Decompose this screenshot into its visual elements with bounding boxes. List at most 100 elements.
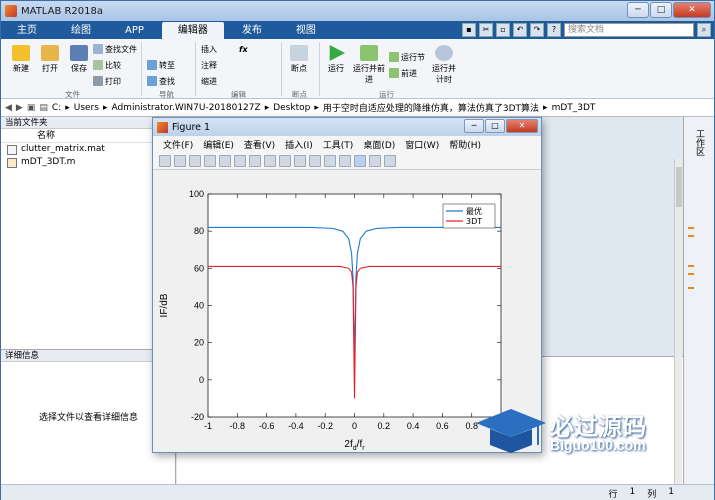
maximize-button[interactable]: □ <box>650 2 672 18</box>
x-tick-label: -0.2 <box>317 421 333 431</box>
divider <box>281 42 282 96</box>
print-figure-icon[interactable] <box>204 154 216 167</box>
hide-tools-icon[interactable] <box>369 154 381 167</box>
search-input[interactable]: 搜索文档 <box>564 23 694 37</box>
figure-minimize-button[interactable]: ─ <box>464 119 484 133</box>
run-icon <box>329 45 345 61</box>
forward-icon[interactable]: ▶ <box>16 103 23 113</box>
data-cursor-icon[interactable] <box>294 154 306 167</box>
path-segment[interactable]: mDT_3DT <box>552 103 596 113</box>
name-column-header[interactable]: 名称 <box>1 129 175 143</box>
up-folder-icon[interactable]: ▣ <box>27 103 36 113</box>
new-figure-icon[interactable] <box>159 154 171 167</box>
edit-plot-icon[interactable] <box>219 154 231 167</box>
show-tools-icon[interactable] <box>384 154 396 167</box>
y-axis-label: IF/dB <box>159 293 170 317</box>
undo-quick-icon[interactable]: ↶ <box>513 23 527 37</box>
comment-button[interactable]: 注释 <box>201 59 217 71</box>
figure-close-button[interactable]: ✕ <box>506 119 538 133</box>
breakpoints-button[interactable]: 断点 <box>285 45 313 74</box>
figure-window[interactable]: Figure 1 ─ □ ✕ 文件(F) 编辑(E) 查看(V) 插入(I) 工… <box>152 117 542 453</box>
menu-tools[interactable]: 工具(T) <box>323 138 354 151</box>
browse-folder-icon[interactable]: ▤ <box>39 103 48 113</box>
workspace-label[interactable]: 工作区 <box>693 129 706 156</box>
link-plot-icon[interactable] <box>324 154 336 167</box>
search-icon[interactable]: ⌕ <box>697 23 711 37</box>
x-tick-label: 0 <box>352 421 357 431</box>
scroll-thumb[interactable] <box>676 167 682 207</box>
advance-button[interactable]: 前进 <box>389 67 417 79</box>
zoom-out-icon[interactable] <box>249 154 261 167</box>
marker <box>688 273 694 275</box>
save-figure-icon[interactable] <box>189 154 201 167</box>
goto-icon <box>147 60 157 70</box>
tab-home[interactable]: 主页 <box>1 22 53 39</box>
y-tick-label: 80 <box>194 226 204 236</box>
tab-view[interactable]: 视图 <box>280 22 332 39</box>
app-title: MATLAB R2018a <box>21 5 104 17</box>
menu-view[interactable]: 查看(V) <box>244 138 275 151</box>
find-button[interactable]: 查找 <box>147 75 175 87</box>
file-item[interactable]: mDT_3DT.m <box>1 156 175 169</box>
save-quick-icon[interactable]: ▪ <box>462 23 476 37</box>
cut-quick-icon[interactable]: ✂ <box>479 23 493 37</box>
find-files-button[interactable]: 查找文件 <box>93 43 137 55</box>
rotate-icon[interactable] <box>279 154 291 167</box>
menu-desktop[interactable]: 桌面(D) <box>363 138 395 151</box>
colorbar-icon[interactable] <box>339 154 351 167</box>
figure-title-bar[interactable]: Figure 1 ─ □ ✕ <box>153 118 541 136</box>
indent-button[interactable]: 缩进 <box>201 75 217 87</box>
path-segment[interactable]: Administrator.WIN7U-20180127Z <box>111 103 260 113</box>
print-button[interactable]: 打印 <box>93 75 121 87</box>
watermark-url: Biguo100.com <box>550 437 646 453</box>
fx-button[interactable]: fx <box>239 43 248 55</box>
path-segment[interactable]: Desktop <box>273 103 310 113</box>
menu-window[interactable]: 窗口(W) <box>405 138 439 151</box>
title-bar: MATLAB R2018a ─ □ ✕ <box>1 1 714 21</box>
help-quick-icon[interactable]: ? <box>547 23 561 37</box>
x-tick-label: 0.4 <box>407 421 420 431</box>
current-folder-header: 当前文件夹 <box>1 117 175 129</box>
save-button[interactable]: 保存 <box>65 45 93 74</box>
run-section-button[interactable]: 运行节 <box>389 51 425 63</box>
run-and-time-button[interactable]: 运行并计时 <box>429 45 459 85</box>
run-button[interactable]: 运行 <box>323 45 349 74</box>
legend-entry: 最优 <box>466 206 482 216</box>
details-panel: 详细信息 选择文件以查看详细信息 <box>1 349 176 484</box>
open-file-icon[interactable] <box>174 154 186 167</box>
tab-editor[interactable]: 编辑器 <box>161 22 224 39</box>
tab-apps[interactable]: APP <box>109 22 160 39</box>
run-section-icon <box>389 52 399 62</box>
tab-plots[interactable]: 绘图 <box>55 22 107 39</box>
menu-insert[interactable]: 插入(I) <box>285 138 313 151</box>
tab-publish[interactable]: 发布 <box>226 22 278 39</box>
new-button[interactable]: 新建 <box>7 45 35 74</box>
zoom-in-icon[interactable] <box>234 154 246 167</box>
path-segment[interactable]: Users <box>74 103 99 113</box>
x-tick-label: -0.8 <box>230 421 246 431</box>
goto-button[interactable]: 转至 <box>147 59 175 71</box>
legend-icon[interactable] <box>354 154 366 167</box>
insert-button[interactable]: 插入 <box>201 43 217 55</box>
close-button[interactable]: ✕ <box>673 2 711 18</box>
run-advance-button[interactable]: 运行并前进 <box>353 45 385 85</box>
redo-quick-icon[interactable]: ↷ <box>530 23 544 37</box>
pan-icon[interactable] <box>264 154 276 167</box>
path-segment[interactable]: C: <box>52 103 61 113</box>
x-tick-label: -0.4 <box>288 421 304 431</box>
copy-quick-icon[interactable]: ▫ <box>496 23 510 37</box>
brush-icon[interactable] <box>309 154 321 167</box>
menu-file[interactable]: 文件(F) <box>163 138 193 151</box>
file-item[interactable]: clutter_matrix.mat <box>1 143 175 156</box>
y-tick-label: 0 <box>199 375 204 385</box>
path-segment[interactable]: 用于空时自适应处理的降维仿真，算法仿真了3DT算法 <box>323 101 539 114</box>
open-button[interactable]: 打开 <box>36 45 64 74</box>
address-bar[interactable]: ◀ ▶ ▣ ▤ C: ▸ Users ▸ Administrator.WIN7U-2… <box>1 99 714 117</box>
menu-edit[interactable]: 编辑(E) <box>203 138 234 151</box>
minimize-button[interactable]: ─ <box>627 2 649 18</box>
x-tick-label: 0.2 <box>378 421 391 431</box>
compare-button[interactable]: 比较 <box>93 59 121 71</box>
menu-help[interactable]: 帮助(H) <box>449 138 481 151</box>
back-icon[interactable]: ◀ <box>5 103 12 113</box>
figure-maximize-button[interactable]: □ <box>485 119 505 133</box>
